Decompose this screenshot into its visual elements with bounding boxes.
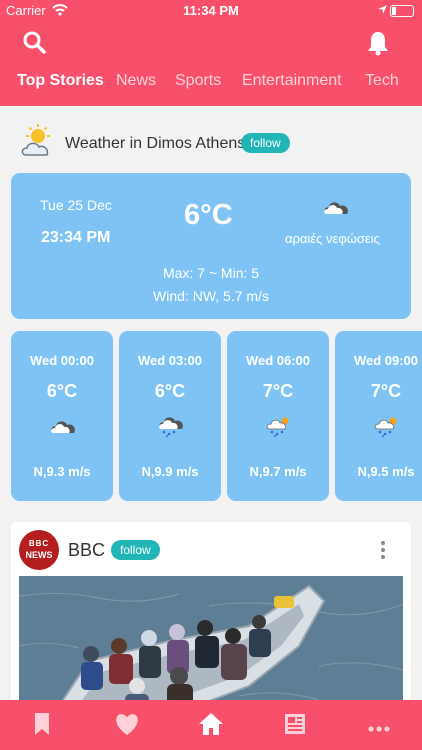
cloudy-icon — [323, 198, 349, 221]
location-arrow-icon — [377, 3, 388, 18]
forecast-time: Wed 09:00 — [353, 353, 419, 368]
forecast-time: Wed 03:00 — [137, 353, 203, 368]
forecast-wind: N,9.9 m/s — [141, 464, 199, 479]
partly-cloudy-icon — [18, 122, 58, 167]
bottom-nav — [0, 700, 422, 750]
cloudy-icon — [50, 417, 76, 440]
weather-section-header: Weather in Dimos Athens follow — [0, 122, 422, 162]
rain-cloud-icon — [158, 417, 184, 442]
forecast-temp: 6°C — [154, 381, 186, 401]
forecast-time: Wed 06:00 — [245, 353, 311, 368]
weather-wind: Wind: NW, 5.7 m/s — [153, 288, 269, 304]
bookmark-icon[interactable] — [33, 712, 51, 741]
tab-news[interactable]: News — [116, 72, 156, 90]
forecast-card[interactable]: Wed 09:00 7°C N,9.5 m/s — [335, 331, 422, 501]
category-tabs: Top Stories News Sports Entertainment Te… — [0, 72, 422, 96]
status-time: 11:34 PM — [183, 3, 239, 18]
logo-text-bbc: BBC — [28, 539, 50, 548]
forecast-wind: N,9.3 m/s — [33, 464, 91, 479]
battery-icon — [390, 5, 414, 17]
forecast-card[interactable]: Wed 03:00 6°C N,9.9 m/s — [119, 331, 221, 501]
news-card[interactable]: BBC NEWS BBC follow — [11, 522, 411, 722]
weather-time: 23:34 PM — [41, 229, 111, 246]
forecast-card[interactable]: Wed 00:00 6°C N,9.3 m/s — [11, 331, 113, 501]
more-options-icon[interactable] — [379, 540, 387, 565]
weather-temperature: 6°C — [184, 199, 233, 231]
forecast-wind: N,9.7 m/s — [249, 464, 307, 479]
forecast-temp: 7°C — [370, 381, 402, 401]
forecast-time: Wed 00:00 — [29, 353, 95, 368]
weather-date: Tue 25 Dec — [40, 197, 112, 213]
news-follow-button[interactable]: follow — [111, 540, 160, 560]
rain-sun-icon — [374, 417, 400, 442]
tab-top-stories[interactable]: Top Stories — [17, 72, 104, 90]
heart-icon[interactable] — [114, 712, 140, 741]
status-bar: Carrier 11:34 PM — [0, 0, 422, 22]
tab-tech[interactable]: Tech — [365, 72, 399, 90]
weather-max-min: Max: 7 ~ Min: 5 — [162, 265, 260, 281]
rain-sun-icon — [266, 417, 292, 442]
weather-title: Weather in Dimos Athens — [65, 135, 246, 152]
news-source-name: BBC — [68, 540, 106, 560]
tab-entertainment[interactable]: Entertainment — [242, 72, 342, 90]
more-icon[interactable] — [367, 720, 391, 738]
bell-icon[interactable] — [367, 30, 389, 61]
tab-sports[interactable]: Sports — [175, 72, 221, 90]
logo-text-news: NEWS — [25, 550, 53, 560]
weather-condition: αραιές νεφώσεις — [285, 231, 380, 246]
forecast-temp: 7°C — [262, 381, 294, 401]
home-icon[interactable] — [198, 712, 224, 741]
forecast-wind: N,9.5 m/s — [357, 464, 415, 479]
search-icon[interactable] — [22, 30, 46, 59]
bbc-news-logo: BBC NEWS — [19, 530, 59, 570]
weather-follow-button[interactable]: follow — [241, 133, 290, 153]
newspaper-icon[interactable] — [282, 712, 308, 741]
app-header: Carrier 11:34 PM Top Stories News Sports… — [0, 0, 422, 106]
forecast-temp: 6°C — [46, 381, 78, 401]
forecast-card[interactable]: Wed 06:00 7°C N,9.7 m/s — [227, 331, 329, 501]
current-weather-card: Tue 25 Dec 23:34 PM 6°C αραιές νεφώσεις … — [11, 173, 411, 319]
